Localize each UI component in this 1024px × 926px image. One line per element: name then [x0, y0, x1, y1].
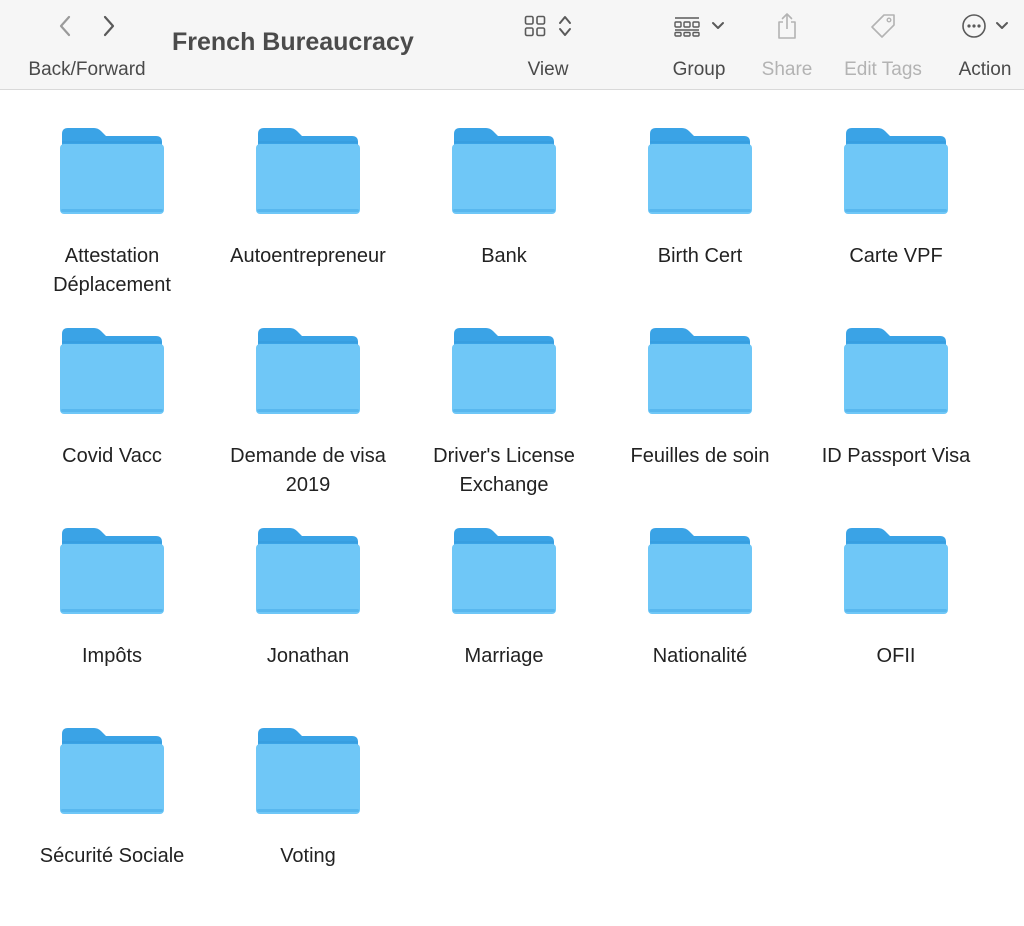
folder-name: ID Passport Visa	[821, 445, 971, 467]
folder-name: Marriage	[464, 645, 544, 667]
folder-item-3[interactable]: Bank	[406, 126, 602, 326]
folder-item-5[interactable]: Carte VPF	[798, 126, 994, 326]
folder-icon	[452, 528, 556, 614]
folder-icon	[256, 528, 360, 614]
folder-name: Autoentrepreneur	[230, 245, 386, 267]
folder-icon	[844, 128, 948, 214]
up-down-chevron-icon	[558, 14, 572, 38]
icon-grid-icon	[524, 15, 546, 37]
folder-item-14[interactable]: Nationalité	[602, 526, 798, 726]
folder-item-10[interactable]: ID Passport Visa	[798, 326, 994, 526]
folder-icon	[60, 528, 164, 614]
edit-tags-label: Edit Tags	[844, 59, 922, 80]
folder-item-17[interactable]: Voting	[210, 726, 406, 926]
edit-tags-button[interactable]: Edit Tags	[838, 0, 928, 90]
folder-item-1[interactable]: Attestation Déplacement	[14, 126, 210, 326]
folder-name: Carte VPF	[849, 245, 943, 267]
action-label: Action	[958, 59, 1012, 80]
folder-icon	[648, 128, 752, 214]
folder-name: Feuilles de soin	[630, 445, 770, 467]
share-label: Share	[761, 59, 813, 80]
folder-item-16[interactable]: Sécurité Sociale	[14, 726, 210, 926]
folder-item-6[interactable]: Covid Vacc	[14, 326, 210, 526]
folder-item-7[interactable]: Demande de visa 2019	[210, 326, 406, 526]
folder-name: Driver's License Exchange	[433, 445, 575, 496]
tag-icon	[869, 12, 897, 40]
folder-item-15[interactable]: OFII	[798, 526, 994, 726]
forward-chevron-icon[interactable]	[101, 14, 117, 38]
share-button[interactable]: Share	[757, 0, 817, 90]
folder-name: Sécurité Sociale	[39, 845, 185, 867]
folder-item-8[interactable]: Driver's License Exchange	[406, 326, 602, 526]
folder-icon	[60, 728, 164, 814]
folder-item-12[interactable]: Jonathan	[210, 526, 406, 726]
folder-icon	[60, 128, 164, 214]
folder-name: Voting	[280, 845, 336, 867]
folder-name: Impôts	[81, 645, 143, 667]
folder-name: Bank	[481, 245, 527, 267]
folder-item-9[interactable]: Feuilles de soin	[602, 326, 798, 526]
back-forward-label: Back/Forward	[28, 59, 146, 80]
back-chevron-icon[interactable]	[57, 14, 73, 38]
folder-name: Covid Vacc	[62, 445, 162, 467]
view-button[interactable]: View	[512, 0, 584, 90]
folder-item-13[interactable]: Marriage	[406, 526, 602, 726]
folder-icon	[60, 328, 164, 414]
folder-item-11[interactable]: Impôts	[14, 526, 210, 726]
ellipsis-circle-icon	[961, 13, 987, 39]
folder-name: OFII	[876, 645, 916, 667]
folder-item-2[interactable]: Autoentrepreneur	[210, 126, 406, 326]
folder-name: Demande de visa 2019	[230, 445, 386, 496]
chevron-down-icon	[711, 21, 725, 31]
back-forward-group: Back/Forward	[22, 0, 152, 90]
folder-icon	[256, 128, 360, 214]
folder-item-4[interactable]: Birth Cert	[602, 126, 798, 326]
action-button[interactable]: Action	[952, 0, 1018, 90]
window-title: French Bureaucracy	[172, 28, 414, 56]
folder-name: Jonathan	[266, 645, 350, 667]
folder-icon	[648, 328, 752, 414]
folder-name: Attestation Déplacement	[53, 245, 171, 296]
group-label: Group	[672, 59, 726, 80]
folder-name: Nationalité	[652, 645, 748, 667]
folder-icon	[452, 328, 556, 414]
view-label: View	[527, 59, 569, 80]
share-icon	[776, 12, 798, 40]
group-button[interactable]: Group	[666, 0, 732, 90]
folder-icon	[844, 528, 948, 614]
chevron-down-icon	[995, 21, 1009, 31]
toolbar: Back/Forward French Bureaucracy View Gro…	[0, 0, 1024, 90]
group-list-icon	[673, 15, 701, 37]
folder-icon	[452, 128, 556, 214]
folder-icon	[844, 328, 948, 414]
folder-name: Birth Cert	[657, 245, 743, 267]
folder-icon	[648, 528, 752, 614]
folder-icon	[256, 328, 360, 414]
folder-icon	[256, 728, 360, 814]
